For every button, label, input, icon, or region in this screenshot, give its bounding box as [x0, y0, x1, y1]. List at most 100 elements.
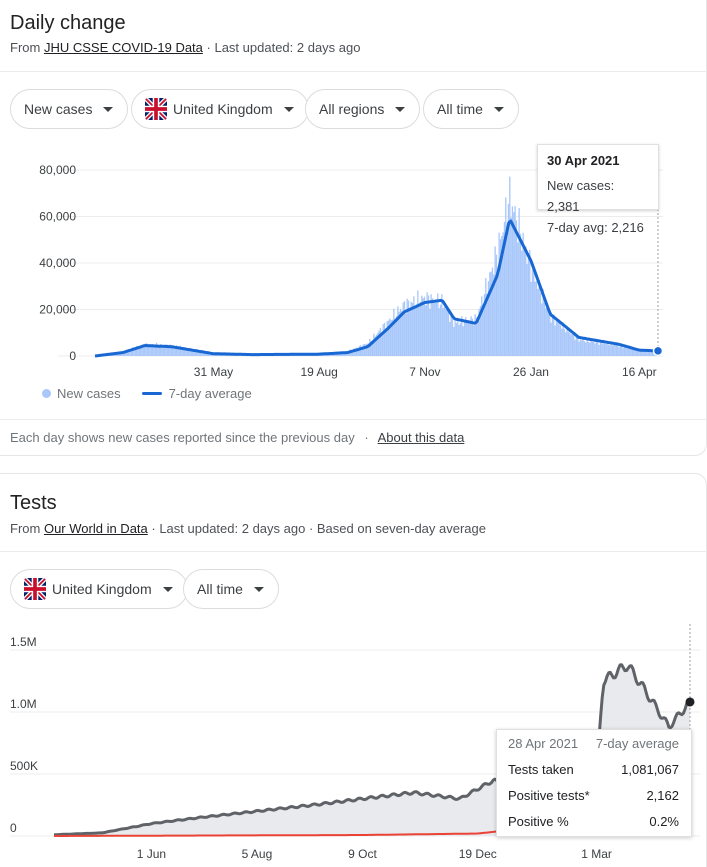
new-cases-bar	[593, 341, 595, 356]
new-cases-bar	[431, 298, 434, 356]
last-updated-text: · Last updated: 2 days ago	[206, 40, 361, 55]
new-cases-bar	[577, 336, 579, 356]
new-cases-bar	[415, 304, 418, 356]
hover-point	[652, 345, 664, 357]
new-cases-bar	[530, 281, 532, 356]
x-tick-label: 1 Jun	[137, 847, 166, 861]
new-cases-bar	[467, 320, 470, 356]
y-tick-label: 20,000	[39, 303, 76, 317]
new-cases-bar	[550, 322, 552, 356]
new-cases-bar	[458, 324, 460, 356]
tests-range-label: All time	[197, 581, 243, 597]
new-cases-bar	[587, 341, 590, 356]
new-cases-bar	[513, 212, 515, 356]
new-cases-bar	[433, 301, 435, 356]
regions-dropdown[interactable]: All regions	[305, 89, 421, 129]
new-cases-bar	[494, 246, 496, 356]
new-cases-bar	[622, 347, 624, 356]
new-cases-bar	[594, 343, 596, 356]
new-cases-bar	[551, 316, 554, 356]
new-cases-bar	[522, 232, 524, 356]
y-tick-label: 60,000	[39, 210, 76, 224]
new-cases-bar	[451, 318, 454, 356]
new-cases-bar	[566, 326, 568, 356]
divider	[0, 71, 707, 72]
new-cases-bar	[369, 338, 371, 356]
new-cases-bar	[461, 316, 463, 356]
tooltip-row: Tests taken 1,081,067	[497, 756, 691, 782]
new-cases-bar	[454, 321, 456, 356]
new-cases-bar	[558, 323, 560, 356]
new-cases-bar	[578, 341, 580, 356]
tooltip-row: Positive % 0.2%	[497, 808, 691, 834]
new-cases-bar	[618, 347, 620, 356]
new-cases-bar	[469, 322, 471, 356]
new-cases-bar	[589, 342, 591, 356]
chevron-down-icon	[253, 586, 264, 592]
new-cases-bar	[517, 242, 519, 356]
new-cases-bar	[549, 311, 551, 356]
new-cases-bar	[605, 344, 607, 356]
new-cases-bar	[489, 272, 491, 356]
range-dropdown[interactable]: All time	[423, 89, 519, 129]
owid-source-link[interactable]: Our World in Data	[44, 521, 148, 536]
metric-dropdown-label: New cases	[24, 101, 93, 117]
new-cases-bar	[646, 351, 648, 356]
new-cases-bar	[459, 323, 462, 356]
new-cases-bar	[406, 298, 408, 356]
range-dropdown-label: All time	[437, 101, 483, 117]
y-tick-label: 80,000	[39, 163, 76, 177]
new-cases-bar	[599, 342, 602, 356]
tests-title: Tests	[10, 492, 57, 514]
tooltip-date: 30 Apr 2021	[547, 153, 620, 168]
new-cases-bar	[583, 341, 586, 356]
new-cases-bar	[590, 340, 592, 356]
new-cases-bar	[597, 340, 599, 356]
new-cases-bar	[455, 322, 458, 356]
new-cases-bar	[613, 345, 615, 356]
footnote-separator: ·	[364, 430, 369, 445]
new-cases-bar	[575, 336, 578, 356]
new-cases-bar	[603, 343, 606, 356]
new-cases-bar	[394, 318, 396, 356]
hover-point	[685, 697, 695, 707]
jhu-source-link[interactable]: JHU CSSE COVID-19 Data	[44, 40, 203, 55]
new-cases-bar	[445, 308, 447, 356]
new-cases-bar	[427, 295, 430, 356]
new-cases-bar	[465, 317, 467, 356]
new-cases-bar	[446, 308, 448, 356]
tests-source-line: From Our World in Data · Last updated: 2…	[10, 521, 486, 536]
tooltip-row-value: 2,162	[646, 787, 679, 803]
new-cases-bar	[638, 351, 640, 356]
new-cases-bar	[525, 246, 527, 356]
country-dropdown[interactable]: United Kingdom	[131, 89, 309, 129]
new-cases-bar	[626, 347, 628, 356]
new-cases-bar	[386, 320, 388, 356]
daily-source-line: From JHU CSSE COVID-19 Data · Last updat…	[10, 40, 360, 55]
about-this-data-link[interactable]: About this data	[378, 430, 465, 445]
x-tick-label: 16 Apr	[622, 365, 657, 379]
new-cases-bar	[438, 308, 440, 356]
new-cases-bar	[486, 293, 488, 356]
new-cases-bar	[435, 302, 438, 356]
new-cases-bar	[633, 349, 635, 356]
tests-range-dropdown[interactable]: All time	[183, 569, 279, 609]
new-cases-bar	[447, 311, 450, 356]
tooltip-row-value: 0.2%	[649, 813, 679, 829]
new-cases-bar	[586, 338, 588, 356]
footnote-text: Each day shows new cases reported since …	[10, 430, 355, 445]
new-cases-bar	[527, 257, 530, 356]
x-tick-label: 7 Nov	[409, 365, 440, 379]
new-cases-bar	[383, 322, 386, 356]
new-cases-bar	[627, 348, 630, 356]
new-cases-bar	[541, 303, 543, 356]
new-cases-bar	[537, 288, 539, 356]
metric-dropdown[interactable]: New cases	[10, 89, 129, 129]
new-cases-bar	[557, 321, 559, 356]
new-cases-bar	[546, 307, 548, 356]
source-prefix: From	[10, 40, 41, 55]
uk-flag-icon	[145, 98, 167, 120]
new-cases-bar	[413, 296, 415, 356]
new-cases-bar	[615, 344, 618, 356]
tests-country-dropdown[interactable]: United Kingdom	[10, 569, 188, 609]
